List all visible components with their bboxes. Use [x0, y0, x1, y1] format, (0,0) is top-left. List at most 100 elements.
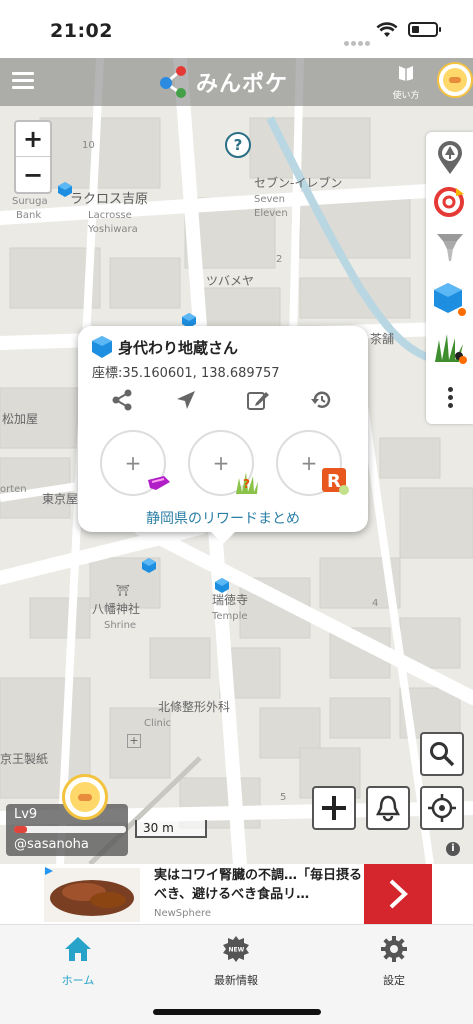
history-icon — [311, 391, 331, 408]
grass-filter-button[interactable] — [432, 328, 468, 368]
grass-icon — [435, 334, 467, 364]
add-spot-button[interactable] — [312, 786, 356, 830]
level-progress-bar — [14, 826, 126, 833]
map-label: 茶舗 — [370, 332, 395, 346]
rewards-summary-link[interactable]: 静岡県のリワードまとめ — [78, 508, 368, 528]
map-label: Temple — [212, 611, 248, 622]
app-logo: みんポケ — [158, 64, 288, 100]
purple-item-icon — [148, 476, 170, 490]
map-label: ツバメヤ — [206, 274, 255, 288]
map-label: Lacrosse — [88, 210, 132, 221]
popup-title-row: 身代わり地蔵さん — [92, 336, 238, 358]
tab-home-label: ホーム — [61, 974, 95, 987]
news-icon: NEW — [223, 936, 249, 962]
user-name: @sasanoha — [14, 837, 89, 852]
tree-pin-icon — [438, 141, 462, 174]
edit-button[interactable] — [238, 386, 278, 414]
crosshair-icon — [428, 794, 456, 822]
map-label: 2 — [276, 254, 283, 265]
plus-icon — [322, 796, 346, 820]
bell-icon — [375, 795, 401, 822]
ad-banner[interactable]: 実はコワイ腎臓の不調…「毎日摂るべき、避けるべき食品リ… NewSphere — [0, 864, 473, 924]
map-label: 4 — [372, 598, 379, 609]
rakuten-r-icon: R — [322, 468, 349, 495]
home-indicator — [153, 1009, 321, 1015]
user-level: Lv9 — [14, 807, 38, 822]
map-label: Bank — [16, 210, 42, 221]
map-label: orten — [0, 484, 27, 495]
more-options-icon[interactable] — [432, 380, 468, 420]
shrine-symbol-icon: ⛩ — [116, 584, 130, 597]
reward-slot-1[interactable]: + — [100, 430, 170, 496]
map-info-icon[interactable]: i — [446, 842, 460, 856]
guide-label: 使い方 — [392, 91, 420, 101]
ad-source: NewSphere — [154, 908, 212, 919]
app-header: みんポケ 使い方 — [0, 58, 473, 106]
cube-filter-button[interactable] — [432, 280, 468, 320]
map-tool-strip — [426, 132, 473, 424]
guide-button[interactable]: 使い方 — [388, 62, 424, 101]
zoom-control: + − — [14, 120, 52, 194]
logo-mark-icon — [160, 66, 186, 98]
map-label: Eleven — [254, 208, 288, 219]
tab-news[interactable]: NEW 最新情報 — [181, 935, 291, 988]
tab-news-label: 最新情報 — [214, 974, 258, 987]
zoom-out-button[interactable]: − — [16, 157, 50, 192]
locate-me-button[interactable] — [420, 786, 464, 830]
user-avatar-large[interactable] — [62, 774, 108, 820]
cube-icon — [92, 336, 112, 358]
battery-icon — [408, 22, 441, 37]
map-label: 5 — [280, 792, 287, 803]
gear-icon — [381, 936, 407, 962]
map-label: 北條整形外科 — [158, 700, 231, 714]
map-label: Seven — [254, 194, 285, 205]
map-label: ラクロス吉原 — [70, 192, 149, 207]
navigate-button[interactable] — [166, 386, 206, 414]
pokestop-icon — [434, 187, 464, 217]
popup-actions — [92, 386, 354, 414]
tree-pin-button[interactable] — [432, 138, 468, 178]
map-label: Shrine — [104, 620, 137, 631]
guide-book-icon — [399, 66, 413, 81]
navigation-arrow-icon — [177, 391, 195, 409]
grass-question-icon: ? — [236, 472, 258, 494]
reward-slot-3[interactable]: + R — [276, 430, 349, 496]
home-icon — [65, 937, 91, 961]
clinic-symbol-icon: + — [127, 734, 141, 748]
ad-choices-icon[interactable] — [44, 866, 54, 876]
reward-slot-2[interactable]: + ? — [188, 430, 258, 496]
tab-home[interactable]: ホーム — [23, 935, 133, 988]
map-label: 京王製紙 — [0, 752, 49, 766]
ad-open-button[interactable] — [364, 864, 432, 924]
hamburger-menu-icon[interactable] — [12, 72, 34, 92]
map-label: Yoshiwara — [88, 224, 138, 235]
tornado-filter-button[interactable] — [432, 228, 468, 268]
map-label: 松加屋 — [2, 412, 39, 426]
chevron-right-icon — [389, 879, 408, 909]
notification-button[interactable] — [366, 786, 410, 830]
history-button[interactable] — [302, 386, 342, 414]
tab-settings-label: 設定 — [383, 974, 405, 987]
share-button[interactable] — [102, 386, 142, 414]
popup-coordinates: 座標:35.160601, 138.689757 — [92, 366, 280, 381]
zoom-in-button[interactable]: + — [16, 122, 50, 157]
map-label: セブン-イレブン — [254, 176, 343, 190]
svg-text:NEW: NEW — [229, 947, 245, 954]
tab-settings[interactable]: 設定 — [339, 935, 449, 988]
spot-popup: 身代わり地蔵さん 座標:35.160601, 138.689757 + + ? … — [78, 326, 368, 544]
help-button[interactable]: ? — [225, 132, 251, 158]
app-name: みんポケ — [196, 72, 289, 97]
search-button[interactable] — [420, 732, 464, 776]
ad-thumbnail — [44, 868, 140, 922]
map-label: Suruga — [12, 196, 48, 207]
status-time: 21:02 — [50, 20, 113, 42]
ad-text: 実はコワイ腎臓の不調…「毎日摂るべき、避けるべき食品リ… — [154, 868, 363, 902]
pokestop-filter-button[interactable] — [432, 182, 468, 222]
map-label: 10 — [82, 140, 95, 151]
cube-marker-icon[interactable] — [58, 182, 72, 197]
edit-icon — [247, 392, 269, 410]
user-avatar[interactable] — [437, 62, 473, 98]
cube-marker-icon[interactable] — [215, 578, 229, 593]
map-label: 八幡神社 — [92, 602, 141, 616]
cube-marker-icon[interactable] — [142, 558, 156, 573]
